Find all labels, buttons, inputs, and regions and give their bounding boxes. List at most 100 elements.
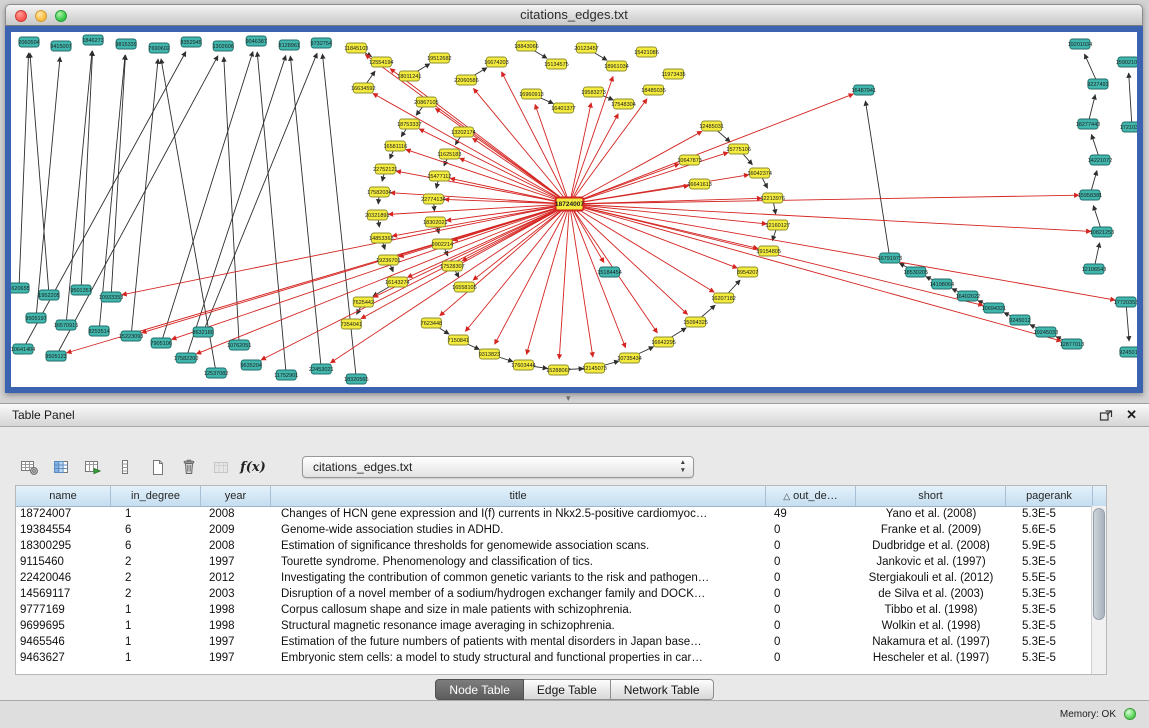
table-row[interactable]: 2242004622012Investigating the contribut… — [16, 570, 1092, 586]
column-header-name[interactable]: name — [16, 486, 111, 506]
network-canvas[interactable]: 2060504941500718462739815339769060283529… — [11, 32, 1137, 387]
network-node[interactable]: 14853363 — [369, 233, 393, 243]
network-node[interactable]: 9227493 — [1087, 79, 1108, 89]
tab-node-table[interactable]: Node Table — [435, 679, 524, 700]
network-node[interactable]: 1952205 — [38, 290, 59, 300]
network-node[interactable]: 18961034 — [604, 61, 628, 71]
row-selection-button[interactable] — [112, 455, 138, 479]
table-row[interactable]: 911546021997Tourette syndrome. Phenomeno… — [16, 554, 1092, 570]
network-node[interactable]: 12145073 — [582, 363, 606, 373]
network-node[interactable]: 17528307 — [440, 261, 464, 271]
network-node[interactable]: 12485031 — [699, 121, 723, 131]
network-node[interactable]: 17603444 — [511, 360, 535, 370]
network-node[interactable]: 1302606 — [212, 41, 233, 51]
network-node[interactable]: 9902214 — [432, 239, 453, 249]
column-header-short[interactable]: short — [856, 486, 1006, 506]
network-node[interactable]: 18843066 — [514, 41, 538, 51]
column-header-title[interactable]: title — [271, 486, 766, 506]
network-node[interactable]: 17548304 — [611, 99, 635, 109]
close-button[interactable] — [15, 10, 27, 22]
network-node[interactable]: 15775106 — [726, 144, 750, 154]
table-row[interactable]: 1456911722003Disruption of a novel membe… — [16, 586, 1092, 602]
network-node[interactable]: 15421086 — [634, 47, 658, 57]
network-node[interactable]: 16401377 — [551, 103, 575, 113]
show-columns-button[interactable] — [48, 455, 74, 479]
network-node[interactable]: 18485035 — [641, 85, 665, 95]
table-row[interactable]: 1938455462009Genome-wide association stu… — [16, 522, 1092, 538]
network-node[interactable]: 1846273 — [82, 35, 103, 45]
network-node[interactable]: 8352945 — [180, 37, 201, 47]
network-node[interactable]: 16143274 — [385, 277, 409, 287]
network-node[interactable]: 12106543 — [1082, 264, 1106, 274]
zoom-button[interactable] — [55, 10, 67, 22]
column-header-pagerank[interactable]: pagerank — [1006, 486, 1093, 506]
network-node[interactable]: 16487941 — [852, 85, 876, 95]
float-panel-icon[interactable] — [1099, 408, 1113, 422]
network-node[interactable]: 8632180 — [192, 327, 213, 337]
network-node[interactable]: 22453021 — [309, 364, 333, 374]
network-node[interactable]: 16641613 — [687, 179, 711, 189]
network-node[interactable]: 10821253 — [1090, 227, 1114, 237]
network-node[interactable]: 2620655 — [11, 283, 30, 293]
network-node[interactable]: 9313823 — [479, 349, 500, 359]
network-node[interactable]: 10762051 — [227, 340, 251, 350]
network-node[interactable]: 18320565 — [344, 374, 368, 384]
network-node[interactable]: 12554194 — [369, 57, 393, 67]
network-node[interactable]: 15184454 — [597, 267, 621, 277]
table-row[interactable]: 969969511998Structural magnetic resonanc… — [16, 618, 1092, 634]
network-node[interactable]: 15134575 — [544, 59, 568, 69]
network-node[interactable]: 9245018 — [1119, 347, 1137, 357]
table-row[interactable]: 946362711997Embryonic stem cells: a mode… — [16, 650, 1092, 666]
network-node[interactable]: 19583273 — [581, 87, 605, 97]
network-node[interactable]: 8253514 — [88, 326, 109, 336]
network-node[interactable]: 18011241 — [397, 71, 421, 81]
network-node[interactable]: 9501351 — [70, 285, 91, 295]
network-node[interactable]: 16960913 — [519, 89, 543, 99]
network-node[interactable]: 13202174 — [451, 127, 475, 137]
network-node[interactable]: 11845103 — [344, 43, 368, 53]
network-node[interactable]: 7150841 — [448, 335, 469, 345]
network-node[interactable]: 16402022 — [956, 291, 980, 301]
network-node[interactable]: 16042374 — [747, 168, 771, 178]
network-node[interactable]: 16642295 — [651, 337, 675, 347]
table-row[interactable]: 1830029562008Estimation of significance … — [16, 538, 1092, 554]
network-node[interactable]: 11752901 — [274, 370, 298, 380]
vertical-scrollbar[interactable] — [1091, 506, 1106, 674]
network-node[interactable]: 19245033 — [1034, 327, 1058, 337]
network-node[interactable]: 9635204 — [240, 360, 261, 370]
network-node[interactable]: 17582200 — [174, 353, 198, 363]
table-row[interactable]: 1872400712008Changes of HCN gene express… — [16, 506, 1092, 522]
delete-table-button[interactable] — [176, 455, 202, 479]
network-node[interactable]: 18753337 — [397, 119, 421, 129]
import-table-button[interactable] — [208, 455, 234, 479]
network-node[interactable]: 16570915 — [54, 320, 78, 330]
network-node[interactable]: 7625442 — [353, 297, 374, 307]
network-node[interactable]: 7354041 — [341, 319, 362, 329]
column-header-in-degree[interactable]: in_degree — [111, 486, 201, 506]
network-node[interactable]: 9415007 — [50, 41, 71, 51]
network-window-titlebar[interactable]: citations_edges.txt — [5, 4, 1143, 26]
network-node[interactable]: 17720353 — [1114, 297, 1137, 307]
network-node[interactable]: 7905106 — [150, 338, 171, 348]
table-row[interactable]: 977716911998Corpus callosum shape and si… — [16, 602, 1092, 618]
network-node[interactable]: 10694321 — [982, 303, 1006, 313]
network-node[interactable]: 15477112 — [427, 171, 451, 181]
close-panel-icon[interactable]: ✕ — [1126, 407, 1137, 423]
scrollbar-thumb[interactable] — [1093, 508, 1105, 620]
network-node[interactable]: 7623448 — [421, 318, 442, 328]
network-node[interactable]: 18530205 — [904, 267, 928, 277]
network-node[interactable]: 19201034 — [1068, 39, 1092, 49]
network-node[interactable]: 22774134 — [421, 194, 445, 204]
network-node[interactable]: 16634592 — [351, 83, 375, 93]
network-node[interactable]: 22752121 — [373, 164, 397, 174]
network-node[interactable]: 9505197 — [25, 313, 46, 323]
network-node[interactable]: 20123457 — [574, 43, 598, 53]
network-node[interactable]: 8128961 — [279, 40, 300, 50]
network-node[interactable]: 19154805 — [756, 246, 780, 256]
minimize-button[interactable] — [35, 10, 47, 22]
network-node[interactable]: 9505123 — [45, 351, 66, 361]
network-node[interactable]: 22060586 — [454, 75, 478, 85]
network-node[interactable]: 9815339 — [115, 39, 136, 49]
network-node[interactable]: 11973435 — [662, 69, 686, 79]
network-node[interactable]: 14221072 — [1088, 155, 1112, 165]
